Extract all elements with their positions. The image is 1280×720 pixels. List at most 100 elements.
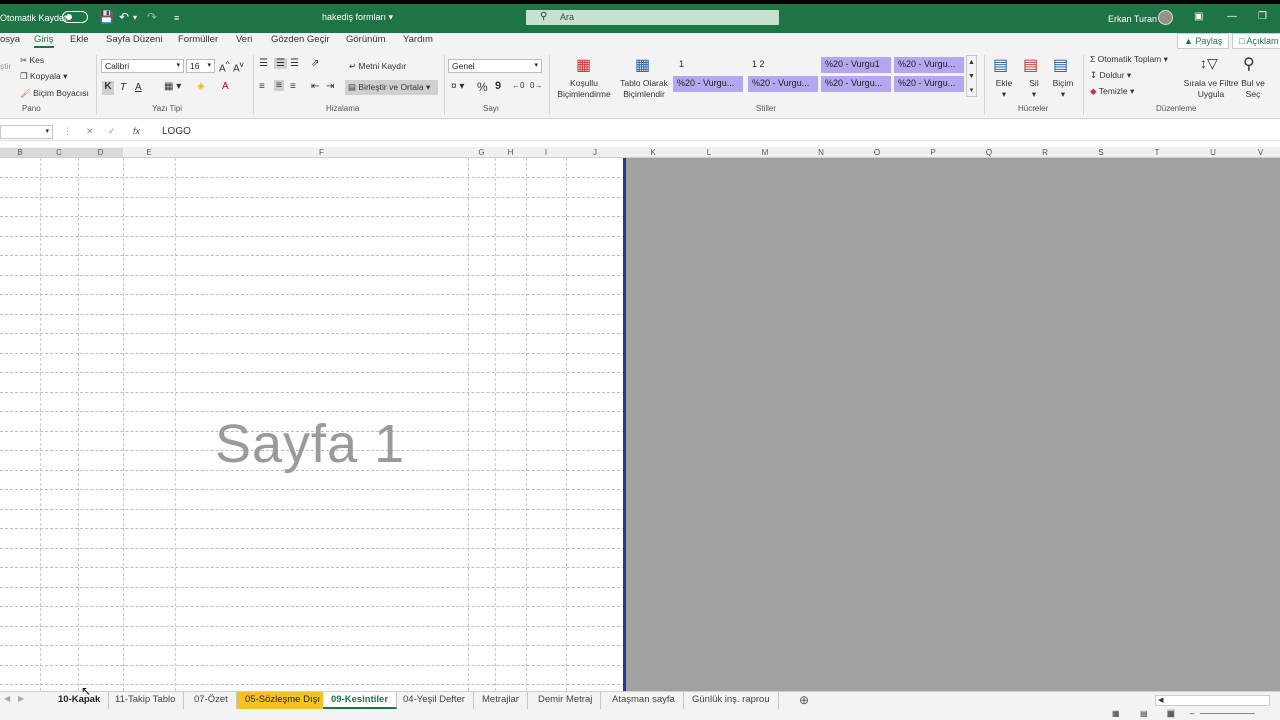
minimize-icon[interactable]: —: [1227, 11, 1237, 22]
normal-view-icon[interactable]: ▦: [1112, 709, 1120, 718]
column-header-v[interactable]: V: [1241, 148, 1280, 157]
restore-icon[interactable]: ❐: [1258, 11, 1267, 22]
name-box[interactable]: ▾: [0, 125, 53, 139]
increase-decimal-icon[interactable]: ←0: [512, 81, 524, 90]
column-header-f[interactable]: F: [175, 148, 468, 157]
sheet-tab-yesil-defter[interactable]: 04-Yeşil Defter: [395, 692, 474, 709]
user-name[interactable]: Erkan Turan: [1108, 14, 1157, 24]
sheet-tab-kesintiler[interactable]: 09-Kesintiler: [323, 692, 398, 709]
zoom-slider[interactable]: [1200, 713, 1255, 714]
font-color-icon[interactable]: A: [222, 81, 229, 92]
align-middle-icon[interactable]: ☰: [274, 58, 287, 69]
column-header-q[interactable]: Q: [961, 148, 1017, 157]
sheet-tab-takip-tablo[interactable]: 11-Takip Tablo: [107, 692, 185, 709]
paste-label[interactable]: ştir: [0, 61, 11, 71]
scroll-right-icon[interactable]: ▶: [18, 694, 24, 703]
orientation-icon[interactable]: ⇗: [311, 58, 319, 69]
autosum-button[interactable]: Σ Otomatik Toplam ▾: [1090, 54, 1168, 65]
bold-button[interactable]: K: [102, 81, 114, 95]
column-header-r[interactable]: R: [1017, 148, 1073, 157]
insert-cells-button[interactable]: Ekle ▾: [990, 78, 1018, 100]
cell-style-1-2[interactable]: 1 2: [748, 57, 818, 73]
format-as-table-button[interactable]: Tablo Olarak Biçimlendir: [617, 78, 671, 100]
autosave-toggle[interactable]: [62, 11, 88, 23]
decrease-decimal-icon[interactable]: 0→: [530, 81, 542, 90]
cell-style-accent5[interactable]: %20 - Vurgu...: [821, 76, 891, 92]
currency-icon[interactable]: ¤ ▾: [451, 81, 464, 92]
cell-style-1[interactable]: 1: [675, 57, 745, 73]
find-select-button[interactable]: Bul ve Seç: [1238, 78, 1268, 100]
delete-cells-icon[interactable]: ▤: [1023, 55, 1038, 75]
column-header-i[interactable]: I: [526, 148, 566, 157]
conditional-formatting-button[interactable]: Koşullu Biçimlendirme: [553, 78, 615, 100]
tab-review[interactable]: Gözden Geçir: [271, 34, 330, 45]
page-layout-view-icon[interactable]: ▤: [1140, 709, 1148, 718]
column-header-n[interactable]: N: [793, 148, 849, 157]
borders-icon[interactable]: ▦ ▾: [164, 81, 181, 92]
clear-button[interactable]: ◆ Temizle ▾: [1090, 86, 1134, 97]
column-header-j[interactable]: J: [566, 148, 624, 157]
column-header-m[interactable]: M: [737, 148, 793, 157]
column-header-e[interactable]: E: [123, 148, 175, 157]
customize-toolbar-icon[interactable]: ≡: [174, 13, 179, 23]
worksheet-grid[interactable]: Sayfa 1: [0, 158, 625, 691]
font-name-select[interactable]: Calibri ▾: [101, 59, 184, 73]
cell-style-accent2[interactable]: %20 - Vurgu...: [894, 57, 964, 73]
insert-cells-icon[interactable]: ▤: [993, 55, 1008, 75]
align-center-icon[interactable]: ≡: [274, 80, 284, 91]
underline-button[interactable]: A: [135, 82, 142, 93]
tab-page-layout[interactable]: Sayfa Düzeni: [106, 34, 163, 45]
column-header-s[interactable]: S: [1073, 148, 1129, 157]
scroll-left-icon[interactable]: ◀: [4, 694, 10, 703]
column-header-u[interactable]: U: [1185, 148, 1241, 157]
save-icon[interactable]: 💾: [99, 10, 114, 24]
comma-button[interactable]: 9: [495, 80, 501, 92]
ribbon-display-icon[interactable]: ▣: [1194, 11, 1203, 22]
format-as-table-icon[interactable]: ▦: [635, 55, 650, 75]
sort-filter-button[interactable]: Sırala ve Filtre Uygula: [1183, 78, 1239, 100]
sheet-tab-sozlesme-disi[interactable]: 05-Sözleşme Dışı: [237, 692, 329, 709]
fx-icon[interactable]: fx: [133, 126, 140, 136]
redo-icon[interactable]: ↷: [147, 10, 157, 24]
copy-button[interactable]: ❐ Kopyala ▾: [20, 71, 67, 82]
increase-font-icon[interactable]: A^: [219, 59, 230, 74]
search-box[interactable]: ⚲ Ara: [526, 10, 779, 25]
format-cells-icon[interactable]: ▤: [1053, 55, 1068, 75]
tab-insert[interactable]: Ekle: [70, 34, 88, 45]
sort-filter-icon[interactable]: ↕▽: [1200, 55, 1218, 72]
format-cells-button[interactable]: Biçim ▾: [1049, 78, 1077, 100]
cell-style-accent3[interactable]: %20 - Vurgu...: [673, 76, 743, 92]
share-button[interactable]: ▲ Paylaş: [1177, 33, 1230, 49]
column-header-b[interactable]: B: [0, 148, 40, 157]
column-header-k[interactable]: K: [625, 148, 681, 157]
column-header-g[interactable]: G: [468, 148, 495, 157]
sheet-tab-ozet[interactable]: 07-Özet: [186, 692, 237, 709]
percent-button[interactable]: %: [477, 80, 488, 94]
align-left-icon[interactable]: ≡: [259, 81, 265, 92]
column-header-d[interactable]: D: [78, 148, 123, 157]
confirm-icon[interactable]: ✓: [108, 126, 116, 137]
sheet-tab-kapak[interactable]: 10-Kapak: [50, 692, 110, 709]
align-top-icon[interactable]: ☰: [259, 58, 268, 69]
cut-button[interactable]: ✂ Kes: [20, 55, 44, 66]
column-header-o[interactable]: O: [849, 148, 905, 157]
column-header-c[interactable]: C: [40, 148, 78, 157]
undo-dropdown-icon[interactable]: ▾: [133, 13, 137, 22]
comments-button[interactable]: □ Açıklam: [1232, 33, 1280, 49]
column-header-l[interactable]: L: [681, 148, 737, 157]
font-size-select[interactable]: 16 ▾: [186, 59, 215, 73]
horizontal-scrollbar[interactable]: ◀: [1155, 695, 1270, 706]
decrease-indent-icon[interactable]: ⇤: [311, 81, 319, 92]
sheet-tab-atasman-sayfa[interactable]: Ataşman sayfa: [604, 692, 684, 709]
add-sheet-icon[interactable]: ⊕: [799, 693, 809, 707]
sheet-tab-demir-metraj[interactable]: Demir Metraj: [530, 692, 602, 709]
fill-button[interactable]: ↧ Doldur ▾: [1090, 70, 1131, 81]
column-header-p[interactable]: P: [905, 148, 961, 157]
format-painter-button[interactable]: 🖌 Biçim Boyacısı: [20, 88, 89, 99]
cell-style-accent1[interactable]: %20 - Vurgu1: [821, 57, 891, 73]
tab-help[interactable]: Yardım: [403, 34, 433, 45]
page-break-view-icon[interactable]: ▦: [1167, 709, 1175, 718]
cell-style-accent4[interactable]: %20 - Vurgu...: [748, 76, 818, 92]
number-format-select[interactable]: Genel ▾: [448, 59, 542, 73]
tab-home[interactable]: Giriş: [34, 34, 54, 48]
